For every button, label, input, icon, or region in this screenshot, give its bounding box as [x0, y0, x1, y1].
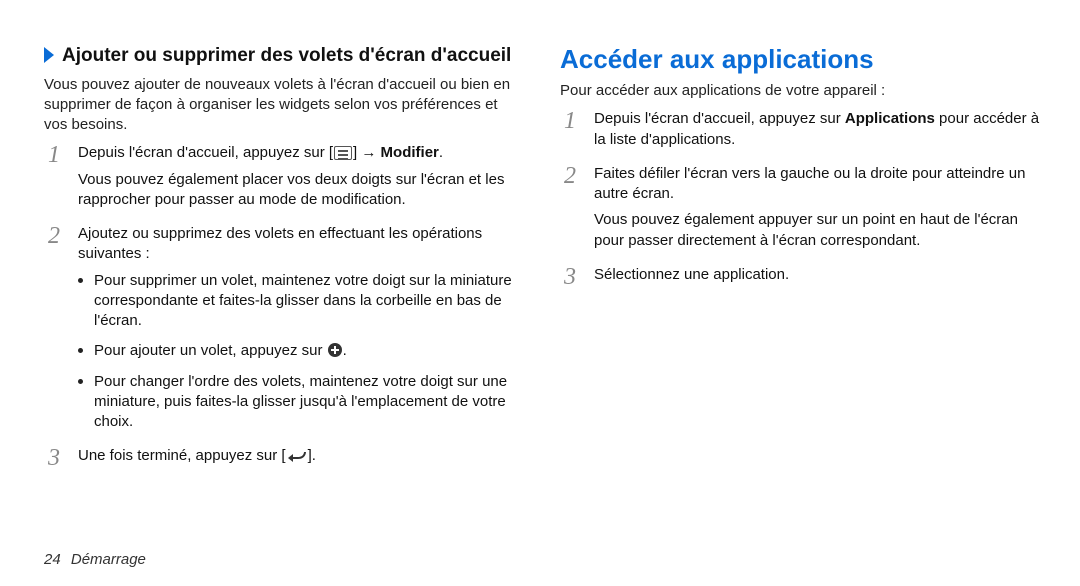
left-step-1-prefix: Depuis l'écran d'accueil, appuyez sur [	[78, 144, 333, 161]
left-bullet-3: Pour changer l'ordre des volets, mainten…	[78, 372, 524, 433]
right-step-3-text: Sélectionnez une application.	[594, 265, 1040, 285]
right-step-1: Depuis l'écran d'accueil, appuyez sur Ap…	[560, 109, 1040, 150]
left-heading: Ajouter ou supprimer des volets d'écran …	[44, 44, 524, 69]
page-footer: 24 Démarrage	[44, 551, 146, 568]
left-bullet-2: Pour ajouter un volet, appuyez sur .	[78, 341, 524, 361]
left-bullet-1: Pour supprimer un volet, maintenez votre…	[78, 271, 524, 332]
content-columns: Ajouter ou supprimer des volets d'écran …	[44, 44, 1040, 481]
right-step-1-bold: Applications	[845, 110, 935, 127]
footer-section: Démarrage	[71, 551, 146, 568]
page-number: 24	[44, 551, 61, 568]
left-steps: Depuis l'écran d'accueil, appuyez sur []…	[44, 143, 524, 466]
right-step-3: Sélectionnez une application.	[560, 265, 1040, 285]
back-icon	[287, 450, 307, 462]
left-step-1-text: Depuis l'écran d'accueil, appuyez sur []…	[78, 143, 524, 163]
left-column: Ajouter ou supprimer des volets d'écran …	[44, 44, 524, 481]
right-heading: Accéder aux applications	[560, 44, 1040, 75]
left-step-1-suffix: ] →	[353, 144, 381, 161]
left-step-1-end: .	[439, 144, 443, 161]
left-intro: Vous pouvez ajouter de nouveaux volets à…	[44, 75, 524, 136]
right-steps: Depuis l'écran d'accueil, appuyez sur Ap…	[560, 109, 1040, 285]
left-step-3-prefix: Une fois terminé, appuyez sur [	[78, 447, 286, 464]
right-step-1-text: Depuis l'écran d'accueil, appuyez sur Ap…	[594, 109, 1040, 150]
left-step-2: Ajoutez ou supprimez des volets en effec…	[44, 224, 524, 432]
left-bullet-2-suffix: .	[343, 342, 347, 359]
menu-icon	[334, 146, 352, 160]
left-bullet-2-prefix: Pour ajouter un volet, appuyez sur	[94, 342, 327, 359]
right-intro: Pour accéder aux applications de votre a…	[560, 81, 1040, 101]
left-step-3-suffix: ].	[308, 447, 316, 464]
left-step-1: Depuis l'écran d'accueil, appuyez sur []…	[44, 143, 524, 210]
left-step-1-bold: Modifier	[381, 144, 439, 161]
right-step-2-sub: Vous pouvez également appuyer sur un poi…	[594, 210, 1040, 251]
right-step-1-prefix: Depuis l'écran d'accueil, appuyez sur	[594, 110, 845, 127]
right-step-2: Faites défiler l'écran vers la gauche ou…	[560, 164, 1040, 251]
left-step-2-text: Ajoutez ou supprimez des volets en effec…	[78, 224, 524, 265]
left-step-1-sub: Vous pouvez également placer vos deux do…	[78, 170, 524, 211]
left-step-2-bullets: Pour supprimer un volet, maintenez votre…	[78, 271, 524, 433]
page: Ajouter ou supprimer des volets d'écran …	[0, 0, 1080, 586]
add-icon	[328, 343, 342, 357]
left-step-3: Une fois terminé, appuyez sur [].	[44, 446, 524, 466]
left-step-3-text: Une fois terminé, appuyez sur [].	[78, 446, 524, 466]
right-column: Accéder aux applications Pour accéder au…	[560, 44, 1040, 481]
right-step-2-text: Faites défiler l'écran vers la gauche ou…	[594, 164, 1040, 205]
